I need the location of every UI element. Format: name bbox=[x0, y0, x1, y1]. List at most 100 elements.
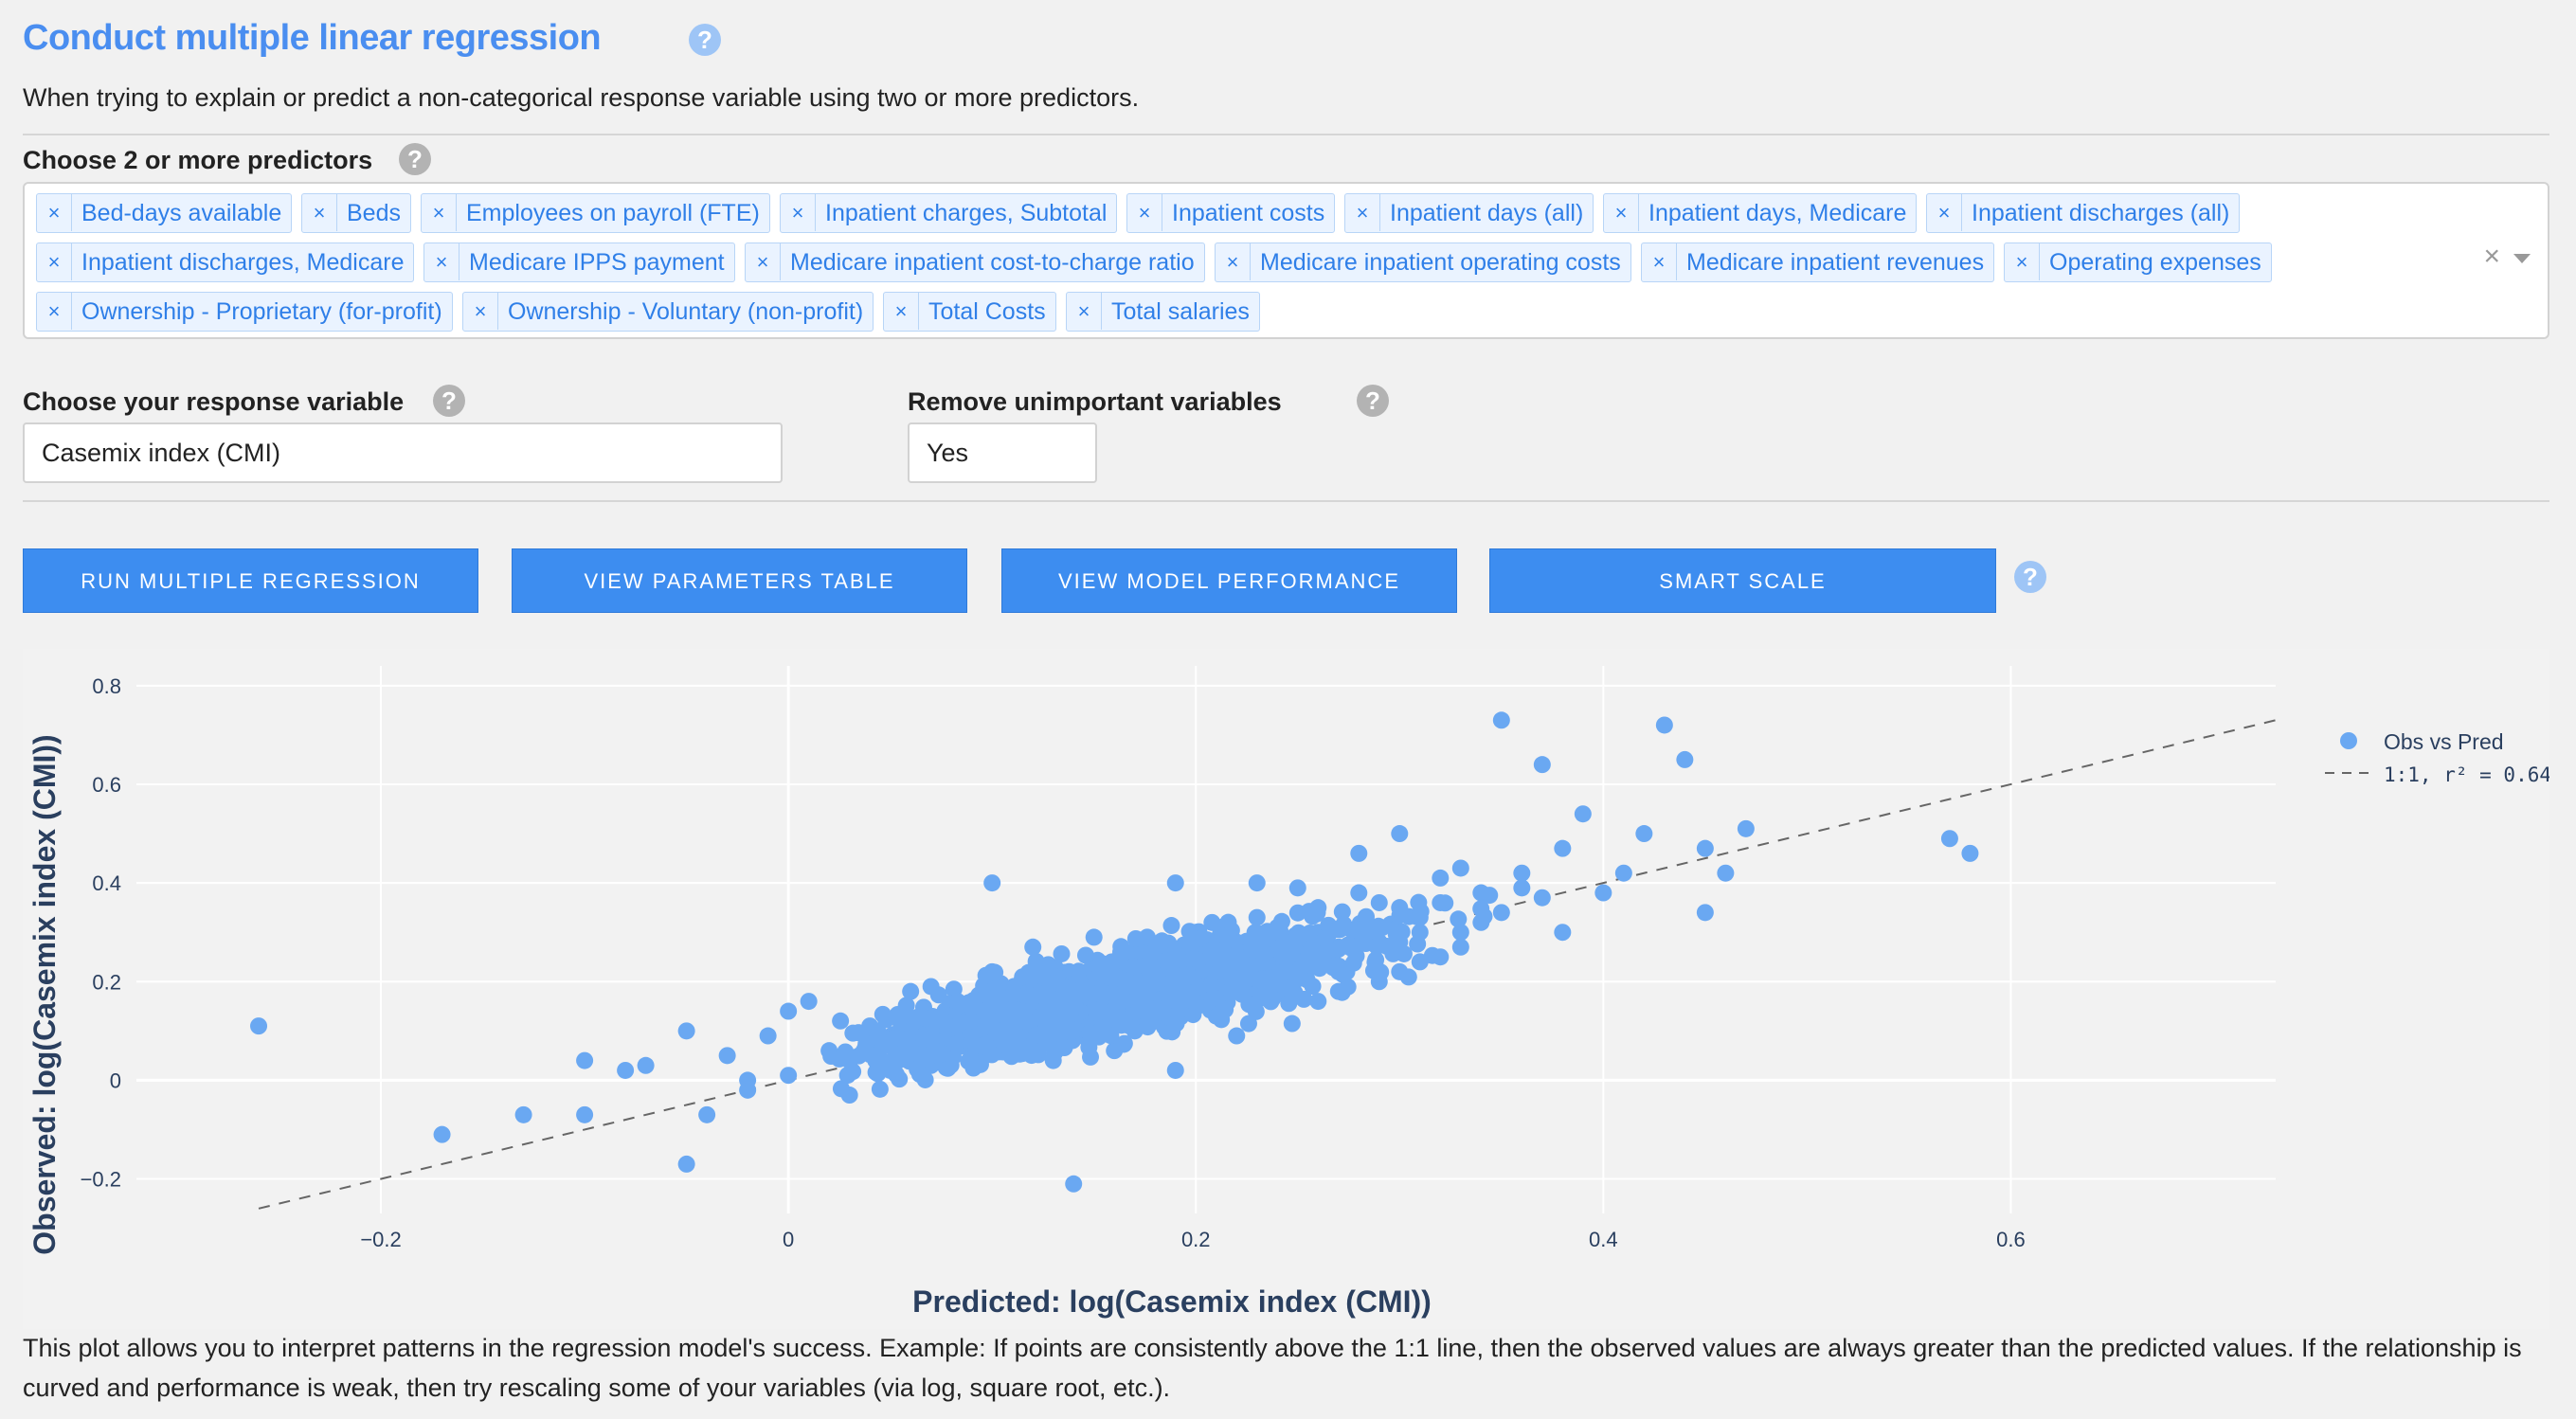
data-point[interactable] bbox=[1166, 1061, 1184, 1079]
data-point[interactable] bbox=[1090, 1028, 1108, 1046]
data-point[interactable] bbox=[867, 1064, 885, 1082]
data-point[interactable] bbox=[1395, 944, 1413, 962]
help-icon[interactable]: ? bbox=[689, 24, 721, 56]
data-point[interactable] bbox=[576, 1105, 594, 1123]
predictor-tag[interactable]: × Total salaries bbox=[1066, 292, 1260, 332]
data-point[interactable] bbox=[1148, 999, 1166, 1017]
data-point[interactable] bbox=[929, 986, 947, 1004]
data-point[interactable] bbox=[1451, 859, 1469, 877]
data-point[interactable] bbox=[884, 1030, 902, 1048]
data-point[interactable] bbox=[871, 1080, 889, 1098]
legend[interactable]: Obs vs Pred 1:1, r² = 0.64 bbox=[2325, 729, 2551, 786]
predictor-tag[interactable]: × Operating expenses bbox=[2004, 242, 2272, 282]
data-point[interactable] bbox=[1329, 940, 1347, 958]
remove-tag-icon[interactable]: × bbox=[884, 293, 919, 330]
data-point[interactable] bbox=[1370, 893, 1388, 911]
remove-tag-icon[interactable]: × bbox=[463, 293, 498, 330]
data-point[interactable] bbox=[1432, 869, 1450, 887]
data-point[interactable] bbox=[1184, 949, 1202, 967]
data-point[interactable] bbox=[1492, 904, 1510, 922]
data-point[interactable] bbox=[1309, 993, 1327, 1011]
data-point[interactable] bbox=[1574, 805, 1592, 823]
predictor-tag[interactable]: × Medicare inpatient revenues bbox=[1641, 242, 1995, 282]
data-point[interactable] bbox=[677, 1155, 695, 1173]
data-point[interactable] bbox=[1067, 998, 1085, 1016]
view-model-performance-button[interactable]: VIEW MODEL PERFORMANCE bbox=[1001, 548, 1457, 613]
data-point[interactable] bbox=[1393, 923, 1411, 941]
data-point[interactable] bbox=[1334, 965, 1352, 983]
data-point[interactable] bbox=[1053, 944, 1071, 962]
legend-label-line[interactable]: 1:1, r² = 0.64 bbox=[2384, 763, 2551, 786]
data-point[interactable] bbox=[901, 1038, 919, 1056]
data-point[interactable] bbox=[1252, 925, 1270, 943]
data-point[interactable] bbox=[832, 1080, 850, 1098]
data-point[interactable] bbox=[718, 1047, 736, 1065]
data-point[interactable] bbox=[1107, 952, 1125, 970]
data-point[interactable] bbox=[800, 993, 818, 1011]
data-point[interactable] bbox=[830, 1050, 848, 1068]
data-point[interactable] bbox=[832, 1012, 850, 1030]
data-point[interactable] bbox=[1175, 966, 1193, 984]
data-point[interactable] bbox=[739, 1081, 757, 1099]
data-point[interactable] bbox=[1717, 864, 1735, 882]
data-point[interactable] bbox=[976, 1035, 994, 1053]
remove-tag-icon[interactable]: × bbox=[1642, 243, 1677, 280]
data-point[interactable] bbox=[1065, 1175, 1083, 1193]
remove-tag-icon[interactable]: × bbox=[781, 194, 816, 231]
data-point[interactable] bbox=[1283, 1015, 1301, 1033]
data-point[interactable] bbox=[1202, 977, 1220, 995]
data-point[interactable] bbox=[1124, 958, 1142, 976]
data-point[interactable] bbox=[1143, 958, 1161, 976]
data-point[interactable] bbox=[1961, 844, 1979, 862]
data-point[interactable] bbox=[1450, 910, 1468, 928]
data-point[interactable] bbox=[433, 1125, 451, 1143]
remove-tag-icon[interactable]: × bbox=[1345, 194, 1380, 231]
data-point[interactable] bbox=[1082, 1048, 1100, 1066]
data-point[interactable] bbox=[986, 963, 1004, 981]
data-point[interactable] bbox=[250, 1017, 268, 1035]
data-point[interactable] bbox=[1303, 939, 1321, 957]
data-point[interactable] bbox=[1399, 968, 1417, 986]
data-point[interactable] bbox=[1035, 987, 1053, 1005]
predictor-tag[interactable]: × Total Costs bbox=[883, 292, 1056, 332]
data-point[interactable] bbox=[877, 1011, 895, 1029]
remove-tag-icon[interactable]: × bbox=[1927, 194, 1962, 231]
data-point[interactable] bbox=[1203, 913, 1221, 931]
remove-tag-icon[interactable]: × bbox=[37, 243, 72, 280]
data-point[interactable] bbox=[1020, 1037, 1038, 1055]
data-point[interactable] bbox=[889, 1052, 907, 1070]
data-point[interactable] bbox=[1037, 1017, 1055, 1035]
data-point[interactable] bbox=[1253, 970, 1271, 988]
data-point[interactable] bbox=[1655, 716, 1673, 734]
remove-unimportant-help-icon[interactable]: ? bbox=[1357, 385, 1389, 417]
data-point[interactable] bbox=[1167, 1015, 1185, 1033]
data-point[interactable] bbox=[910, 1066, 928, 1084]
data-point[interactable] bbox=[1635, 825, 1653, 843]
data-point[interactable] bbox=[1472, 900, 1490, 918]
data-point[interactable] bbox=[1166, 874, 1184, 892]
data-point[interactable] bbox=[1089, 984, 1107, 1002]
data-point[interactable] bbox=[1203, 942, 1221, 960]
data-point[interactable] bbox=[1391, 825, 1409, 843]
data-point[interactable] bbox=[1247, 1002, 1265, 1020]
data-point[interactable] bbox=[1283, 945, 1301, 963]
data-point[interactable] bbox=[1696, 839, 1714, 857]
data-point[interactable] bbox=[1282, 979, 1300, 997]
data-point[interactable] bbox=[1228, 1027, 1246, 1045]
data-point[interactable] bbox=[1513, 864, 1531, 882]
data-point[interactable] bbox=[909, 1008, 927, 1026]
data-point[interactable] bbox=[1162, 917, 1180, 935]
predictor-tag[interactable]: × Ownership - Voluntary (non-profit) bbox=[462, 292, 874, 332]
predictor-tag[interactable]: × Inpatient discharges (all) bbox=[1926, 193, 2241, 233]
remove-tag-icon[interactable]: × bbox=[1127, 194, 1162, 231]
data-point[interactable] bbox=[1533, 889, 1551, 907]
data-point[interactable] bbox=[1737, 819, 1755, 837]
remove-tag-icon[interactable]: × bbox=[1604, 194, 1639, 231]
predictor-tag[interactable]: × Ownership - Proprietary (for-profit) bbox=[36, 292, 453, 332]
data-point[interactable] bbox=[677, 1022, 695, 1040]
run-multiple-regression-button[interactable]: RUN MULTIPLE REGRESSION bbox=[23, 548, 478, 613]
data-point[interactable] bbox=[989, 985, 1007, 1003]
clear-all-icon[interactable]: × bbox=[2483, 241, 2500, 273]
data-point[interactable] bbox=[1102, 1003, 1120, 1021]
data-point[interactable] bbox=[1554, 924, 1572, 942]
